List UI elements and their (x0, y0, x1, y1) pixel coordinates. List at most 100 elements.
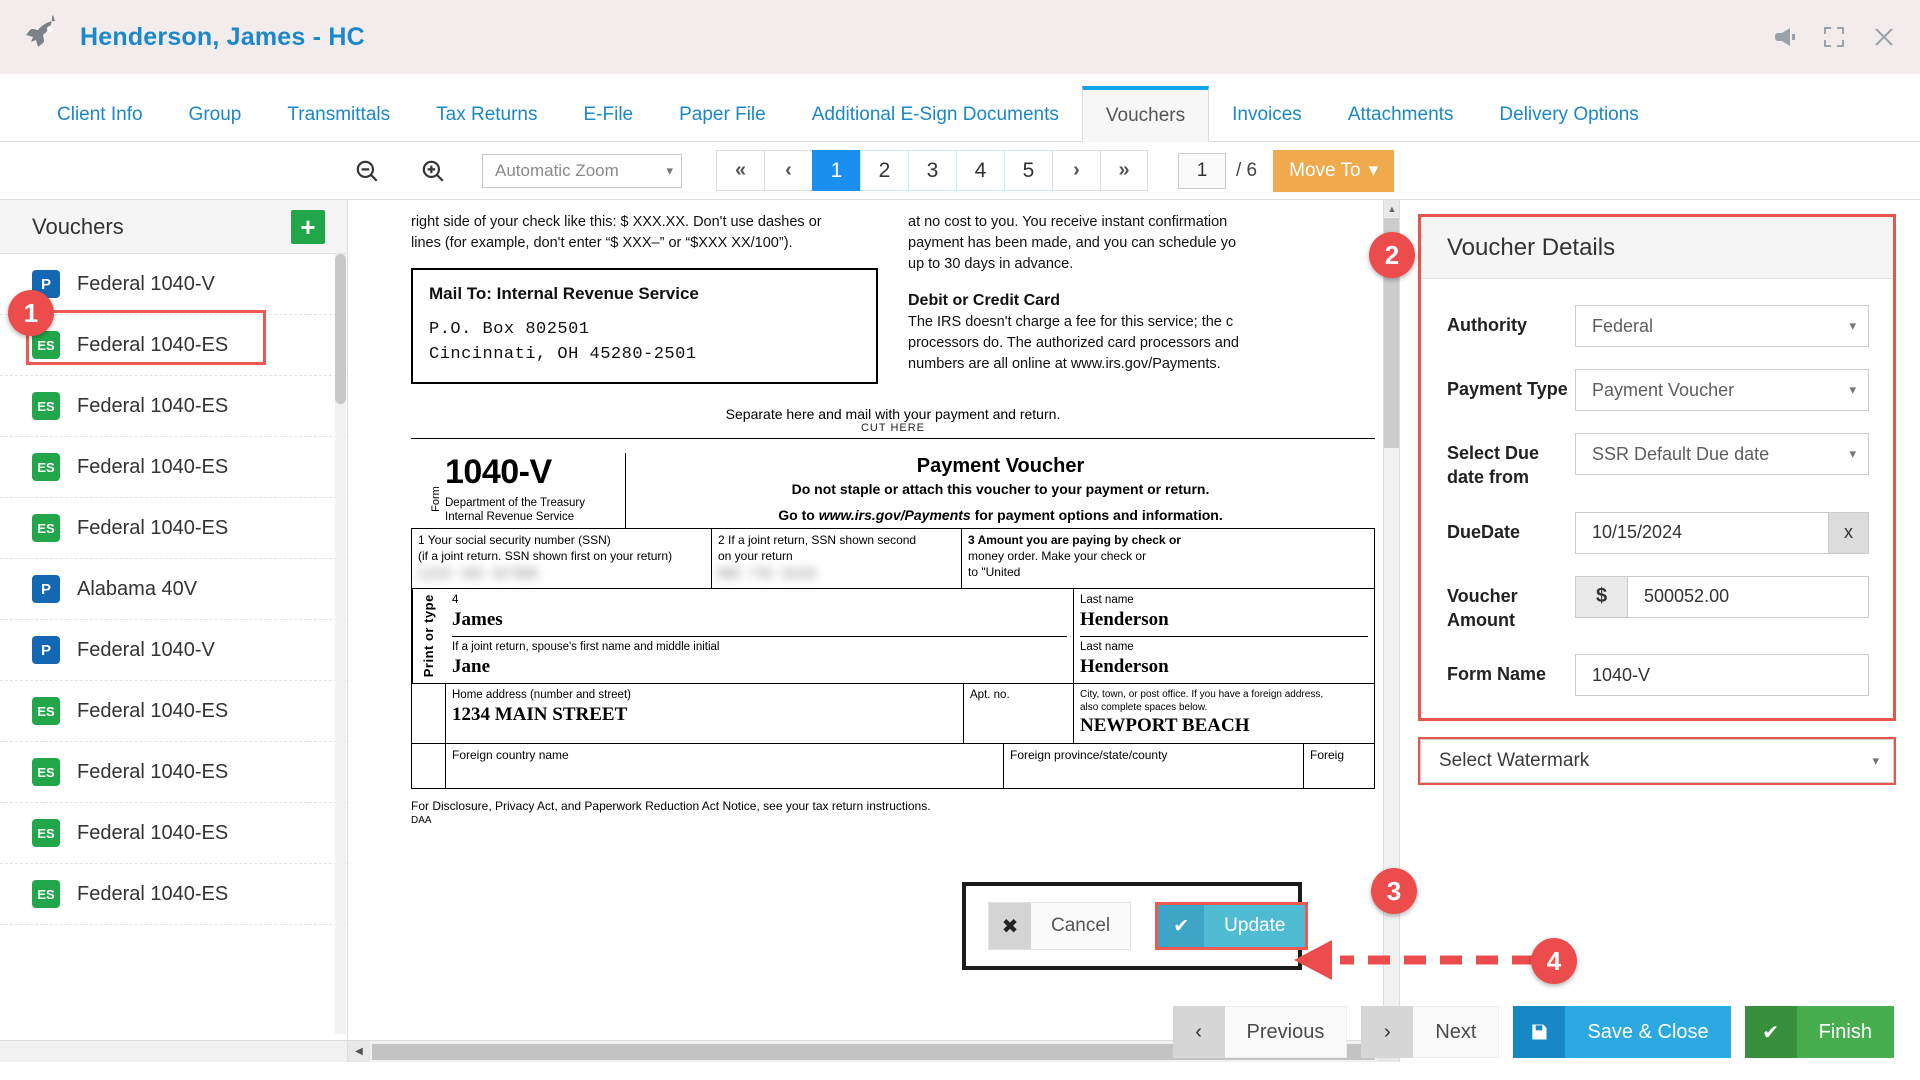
grid-spacer (412, 684, 446, 744)
viewer-vertical-scrollbar[interactable]: ▲ ▼ (1383, 200, 1399, 1040)
voucher-list: P Federal 1040-V ES Federal 1040-ES ES F… (0, 254, 347, 1062)
es-badge-icon: ES (32, 880, 60, 908)
authority-select[interactable]: Federal ▾ (1575, 305, 1869, 347)
zoom-out-icon[interactable] (350, 154, 384, 188)
megaphone-icon[interactable] (1772, 25, 1796, 49)
tab-delivery-options[interactable]: Delivery Options (1476, 89, 1661, 141)
rocket-icon (22, 15, 66, 59)
sidebar-vertical-scrollbar[interactable] (335, 254, 346, 1034)
list-item-label: Federal 1040-ES (77, 516, 229, 539)
line-4-number: 4 (452, 594, 459, 607)
tab-e-file[interactable]: E-File (561, 89, 657, 141)
voucher-fields-grid: 1 Your social security number (SSN) (if … (411, 528, 1375, 790)
list-item[interactable]: ES Federal 1040-ES (0, 376, 347, 437)
payment-type-select[interactable]: Payment Voucher ▾ (1575, 369, 1869, 411)
dept-line-2: Internal Revenue Service (445, 511, 575, 524)
pager-page-5[interactable]: 5 (1004, 150, 1052, 191)
chevron-right-icon: › (1361, 1006, 1414, 1058)
finish-button[interactable]: ✔ Finish (1744, 1006, 1894, 1058)
authority-label: Authority (1447, 315, 1527, 335)
select-watermark-dropdown[interactable]: Select Watermark ▾ (1420, 739, 1894, 784)
zoom-level-select[interactable]: Automatic Zoom ▾ (482, 153, 682, 188)
city-label-b: also complete spaces below. (1080, 702, 1208, 714)
tab-transmittals[interactable]: Transmittals (264, 89, 413, 141)
field-ssn-1: 1 Your social security number (SSN) (if … (412, 529, 712, 589)
scroll-left-icon[interactable]: ◀ (348, 1040, 370, 1062)
list-item[interactable]: ES Federal 1040-ES (0, 742, 347, 803)
chevron-down-icon: ▾ (1849, 318, 1856, 333)
list-item[interactable]: ES Federal 1040-ES (0, 498, 347, 559)
pager-last-button[interactable]: » (1100, 150, 1148, 191)
select-due-date-from-select[interactable]: SSR Default Due date ▾ (1575, 433, 1869, 475)
pager-prev-button[interactable]: ‹ (764, 150, 812, 191)
form-header: Form 1040-V Department of the Treasury I… (411, 452, 1375, 529)
zoom-in-icon[interactable] (416, 154, 450, 188)
ssn-1-label-a: 1 Your social security number (SSN) (418, 533, 611, 548)
pager-page-4[interactable]: 4 (956, 150, 1004, 191)
pager-page-1[interactable]: 1 (812, 150, 860, 191)
move-to-button[interactable]: Move To ▾ (1273, 149, 1395, 192)
authority-value: Federal (1592, 315, 1654, 336)
scroll-up-icon[interactable]: ▲ (1384, 200, 1399, 217)
next-button[interactable]: › Next (1361, 1006, 1500, 1058)
list-item[interactable]: ES Federal 1040-ES (0, 437, 347, 498)
chevron-down-icon: ▾ (1849, 446, 1856, 461)
list-item[interactable]: ES Federal 1040-ES (0, 864, 347, 925)
spouse-name-label: If a joint return, spouse's first name a… (452, 635, 1067, 655)
list-item[interactable]: P Alabama 40V (0, 559, 347, 620)
pdf-badge-icon: P (32, 575, 60, 603)
pager-page-3[interactable]: 3 (908, 150, 956, 191)
close-icon[interactable] (1872, 25, 1896, 49)
scrollbar-thumb[interactable] (335, 254, 346, 404)
tab-additional-e-sign-documents[interactable]: Additional E-Sign Documents (789, 89, 1082, 141)
voucher-amount-input[interactable]: 500052.00 (1627, 575, 1869, 618)
tab-invoices[interactable]: Invoices (1209, 89, 1325, 141)
ssn-1-label-b: (if a joint return. SSN shown first on y… (418, 549, 673, 564)
page-number-input[interactable]: 1 (1178, 152, 1226, 189)
list-item-label: Federal 1040-V (77, 272, 215, 295)
pager-page-2[interactable]: 2 (860, 150, 908, 191)
expand-icon[interactable] (1822, 25, 1846, 49)
list-item[interactable]: P Federal 1040-V (0, 620, 347, 681)
field-foreign-country: Foreign country name (446, 744, 1004, 789)
tab-client-info[interactable]: Client Info (34, 89, 166, 141)
cancel-button[interactable]: ✖ Cancel (988, 902, 1132, 950)
pager-first-button[interactable]: « (716, 150, 764, 191)
form-word-label: Form (429, 485, 442, 512)
field-row-payment-type: Payment Type Payment Voucher ▾ (1447, 369, 1869, 411)
clear-due-date-icon[interactable]: x (1829, 511, 1869, 554)
tab-paper-file[interactable]: Paper File (656, 89, 789, 141)
pdf-top-columns: right side of your check like this: $ XX… (393, 200, 1393, 384)
next-button-label: Next (1413, 1006, 1500, 1058)
previous-button[interactable]: ‹ Previous (1172, 1006, 1348, 1058)
grid-spacer (412, 744, 446, 789)
sidebar-horizontal-scrollbar[interactable] (0, 1040, 347, 1062)
tab-attachments[interactable]: Attachments (1325, 89, 1477, 141)
pager-next-button[interactable]: › (1052, 150, 1100, 191)
list-item[interactable]: ES Federal 1040-ES (0, 315, 347, 376)
voucher-details-form: Authority Federal ▾ Payment Type Payment… (1421, 279, 1893, 718)
grid-row-names: Print or type 4 James If a joint return,… (412, 588, 1374, 684)
amount-label-a: 3 Amount you are paying by check or (968, 533, 1181, 548)
list-item-label: Federal 1040-V (77, 638, 215, 661)
list-item-label: Federal 1040-ES (77, 333, 229, 356)
field-row-voucher-amount: Voucher Amount $ 500052.00 (1447, 575, 1869, 633)
tab-tax-returns[interactable]: Tax Returns (413, 89, 560, 141)
spouse-name-value: Jane (452, 655, 490, 677)
field-first-name: 4 James If a joint return, spouse's firs… (446, 589, 1074, 684)
save-and-close-button[interactable]: Save & Close (1513, 1006, 1731, 1058)
voucher-title: Payment Voucher (916, 454, 1085, 477)
list-item[interactable]: ES Federal 1040-ES (0, 681, 347, 742)
field-apt-no: Apt. no. (964, 684, 1074, 744)
tab-vouchers[interactable]: Vouchers (1081, 86, 1210, 142)
tab-group[interactable]: Group (166, 89, 265, 141)
pdf-text-line: processors do. The authorized card proce… (908, 335, 1239, 352)
form-identity: Form 1040-V Department of the Treasury I… (411, 452, 626, 529)
due-date-input[interactable]: 10/15/2024 (1575, 511, 1829, 554)
form-name-input[interactable]: 1040-V (1575, 654, 1869, 697)
chevron-left-icon: ‹ (1172, 1006, 1225, 1058)
list-item[interactable]: ES Federal 1040-ES (0, 803, 347, 864)
add-voucher-button[interactable]: + (291, 209, 325, 244)
field-row-form-name: Form Name 1040-V (1447, 654, 1869, 697)
application-window: Henderson, James - HC Client Info Group … (0, 0, 1920, 1080)
